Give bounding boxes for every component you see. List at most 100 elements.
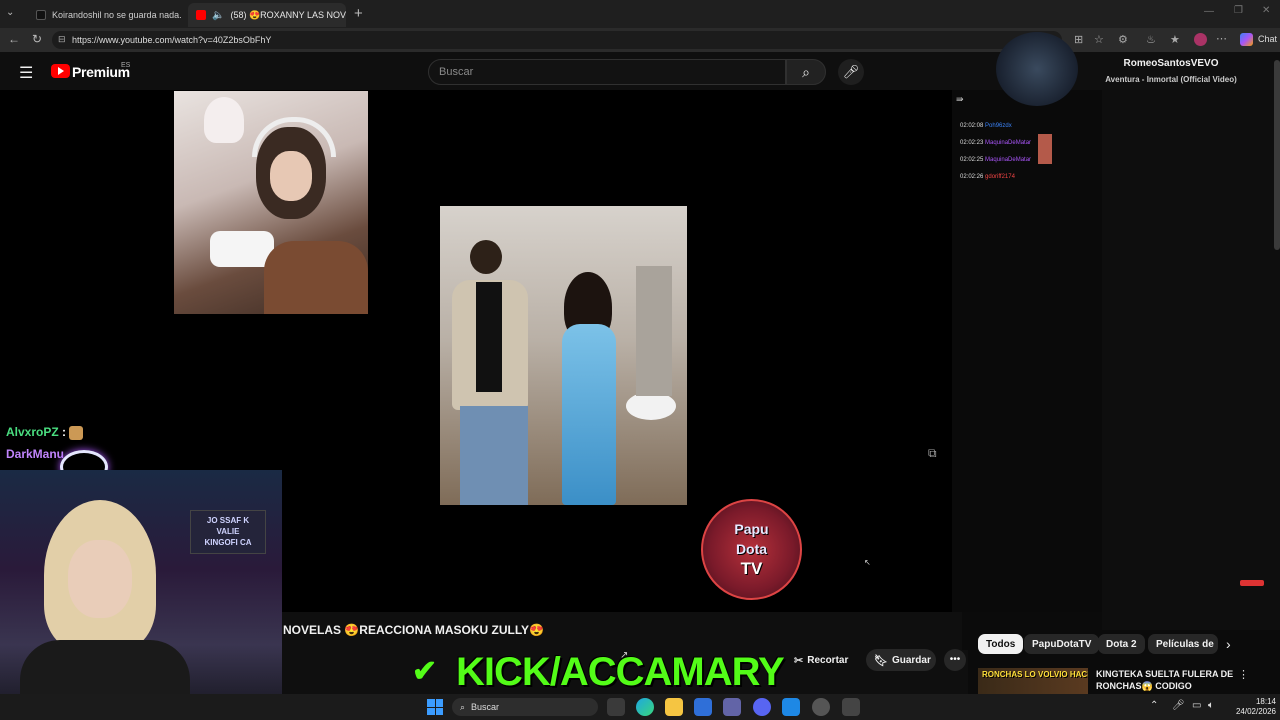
clip-button[interactable]: ✂ Recortar xyxy=(794,649,848,671)
taskbar-search-icon: ⌕ xyxy=(460,701,466,712)
emote-icon xyxy=(69,425,84,440)
mirror-image xyxy=(636,266,672,396)
recommended-title[interactable]: KINGTEKA SUELTA FULERA DE RONCHAS😱 CODIG… xyxy=(1096,668,1234,694)
recommended-thumbnail[interactable]: RONCHAS LO VOLVIO HACER xyxy=(978,668,1088,694)
store-icon[interactable] xyxy=(694,698,712,716)
live-badge-icon xyxy=(1240,580,1264,586)
bookmark-icon: 🔖︎ xyxy=(874,654,888,667)
install-app-icon[interactable]: ⊞ xyxy=(1074,33,1083,46)
reaction-video-frame xyxy=(440,206,687,505)
favorite-star-icon[interactable]: ☆ xyxy=(1094,33,1104,46)
chip-dota2[interactable]: Dota 2 xyxy=(1098,634,1145,654)
streamer-webcam-top xyxy=(174,91,368,314)
overlay-chat-user-2: DarkManu xyxy=(6,447,65,461)
speaker-icon[interactable]: 🔈 xyxy=(212,10,224,21)
youtube-search-input[interactable]: Buscar xyxy=(428,59,786,85)
discord-icon[interactable] xyxy=(753,698,771,716)
reload-icon[interactable]: ↻ xyxy=(32,32,42,46)
extensions-icon[interactable]: ⚙ xyxy=(1118,33,1128,46)
papu-logo-line-1: Papu xyxy=(734,521,769,537)
chat-line: 02:02:25 MaquinaDeMatar xyxy=(960,152,1031,169)
chip-todos[interactable]: Todos xyxy=(978,634,1024,654)
browser-tab-2-label: (58) 😍ROXANNY LAS NOVE xyxy=(230,9,346,20)
mouse-cursor-icon: ↖ xyxy=(864,558,871,567)
streamer-2-face-image xyxy=(68,540,132,618)
streamer-face-image xyxy=(270,151,312,201)
microphone-icon[interactable]: 🎤︎ xyxy=(838,59,864,85)
minimize-icon[interactable]: — xyxy=(1204,6,1214,17)
chip-papudotatv[interactable]: PapuDotaTV xyxy=(1024,634,1100,654)
windows-start-icon[interactable] xyxy=(427,699,443,715)
taskbar-clock[interactable]: 18:14 24/02/2026 xyxy=(1228,697,1276,717)
chat-emote-icon xyxy=(1038,134,1052,164)
taskbar-time: 18:14 xyxy=(1255,697,1276,706)
neon-sign-line-2: VALIE xyxy=(216,527,240,536)
recommended-menu-icon[interactable]: ⋮ xyxy=(1238,668,1249,681)
kick-banner: KICK/ACCAMARY xyxy=(456,648,785,696)
tray-monitor-icon[interactable]: ▭ xyxy=(1192,700,1201,711)
chat-time: 02:02:26 xyxy=(960,174,984,180)
neon-sign-line-3: KINGOFI CA xyxy=(204,538,252,547)
chat-time: 02:02:23 xyxy=(960,140,984,146)
chat-button-label[interactable]: Chat xyxy=(1258,34,1277,44)
settings-gear-icon[interactable] xyxy=(842,698,860,716)
save-button-label: Guardar xyxy=(891,654,931,666)
page-scrollbar[interactable] xyxy=(1274,60,1280,250)
favorites-icon[interactable]: ★ xyxy=(1170,33,1180,46)
browser-tab-1[interactable]: Koirandoshil no se guarda nada. ✕ xyxy=(28,3,186,27)
papu-logo-line-3: TV xyxy=(740,559,763,578)
fullscreen-toggle-icon[interactable]: ⧉ xyxy=(928,446,937,461)
region-label: ES xyxy=(121,62,131,69)
app-icon[interactable] xyxy=(782,698,800,716)
teams-icon[interactable] xyxy=(723,698,741,716)
more-actions-icon[interactable]: ••• xyxy=(944,649,966,671)
obs-icon[interactable] xyxy=(812,698,830,716)
task-view-icon[interactable] xyxy=(607,698,625,716)
flower-pot-image xyxy=(626,392,676,420)
tab-list-chevron-icon[interactable]: ⌄ xyxy=(6,7,14,18)
taskbar-search-placeholder: Buscar xyxy=(471,702,500,712)
copilot-icon[interactable] xyxy=(1240,33,1253,46)
profile-avatar[interactable] xyxy=(1194,33,1207,46)
headphones-image xyxy=(252,117,336,157)
more-options-icon[interactable]: ⋯ xyxy=(1216,32,1227,45)
taskbar-search[interactable]: ⌕ Buscar xyxy=(452,698,598,716)
search-icon[interactable]: ⌕ xyxy=(786,59,826,85)
kick-banner-text: KICK/ACCAMARY xyxy=(456,650,785,694)
maximize-icon[interactable]: ❐ xyxy=(1234,5,1243,16)
man-head-image xyxy=(470,240,502,274)
chat-line: 02:02:26 gdoriff2174 xyxy=(960,169,1031,186)
neon-sign: JO SSAF K VALIE KINGOFI CA xyxy=(190,510,266,554)
chat-time: 02:02:08 xyxy=(960,123,984,129)
man-jeans-image xyxy=(460,406,528,505)
extension-icon[interactable]: ♨ xyxy=(1146,33,1156,46)
new-tab-plus-icon[interactable]: + xyxy=(354,5,363,22)
overlay-chat-user-1: AlvxroPZ xyxy=(6,425,59,439)
taskbar-date: 24/02/2026 xyxy=(1235,707,1276,716)
edge-icon[interactable] xyxy=(636,698,654,716)
mini-player-title[interactable]: Aventura - Inmortal (Official Video) xyxy=(1096,75,1246,84)
site-info-icon[interactable]: ⊟ xyxy=(58,34,66,45)
chip-peliculas[interactable]: Películas de xyxy=(1148,634,1218,654)
chat-line: 02:02:23 MaquinaDeMatar xyxy=(960,135,1031,152)
youtube-logo-icon[interactable] xyxy=(51,64,70,78)
browser-tab-2[interactable]: 🔈 (58) 😍ROXANNY LAS NOVE ✕ xyxy=(188,3,346,27)
back-arrow-icon[interactable]: ← xyxy=(8,32,20,46)
close-window-icon[interactable]: ✕ xyxy=(1262,5,1270,16)
tray-volume-icon[interactable]: 🔈︎ xyxy=(1208,700,1214,711)
tray-chevron-up-icon[interactable]: ⌃ xyxy=(1150,700,1158,711)
mini-player-channel[interactable]: RomeoSantosVEVO xyxy=(1100,58,1242,69)
chevron-right-icon[interactable]: › xyxy=(1226,636,1231,652)
file-explorer-icon[interactable] xyxy=(665,698,683,716)
address-bar[interactable]: ⊟ https://www.youtube.com/watch?v=40Z2bs… xyxy=(52,31,1062,49)
chat-collapse-icon[interactable]: ⇛ xyxy=(956,94,964,105)
clip-button-label: Recortar xyxy=(807,654,849,666)
papu-dota-tv-logo: Papu Dota TV xyxy=(701,499,802,600)
recommended-thumbnail-text: RONCHAS LO VOLVIO HACER xyxy=(982,670,1088,679)
save-button[interactable]: 🔖︎ Guardar xyxy=(866,649,936,671)
mini-player-thumbnail[interactable] xyxy=(996,32,1078,106)
overlay-chat-line-2: DarkManu xyxy=(6,447,64,461)
tray-mic-icon[interactable]: 🎤︎ xyxy=(1172,700,1185,711)
hamburger-menu-icon[interactable]: ☰ xyxy=(19,63,33,83)
chat-user: MaquinaDeMatar xyxy=(985,157,1032,163)
